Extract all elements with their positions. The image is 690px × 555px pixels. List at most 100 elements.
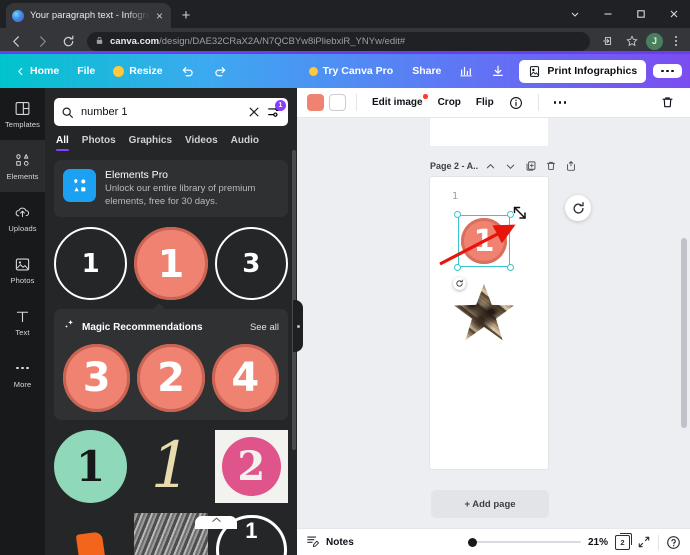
resize-button[interactable]: Resize	[105, 60, 170, 82]
color-swatch-primary[interactable]	[307, 94, 324, 111]
edit-image-button[interactable]: Edit image	[367, 93, 428, 112]
result-item[interactable]: 4	[212, 344, 279, 411]
flip-button[interactable]: Flip	[471, 93, 499, 112]
redo-button[interactable]	[205, 59, 235, 83]
editor-area: Edit image Crop Flip Page 2 - A..	[297, 88, 690, 528]
previous-page-thumb[interactable]	[430, 118, 548, 146]
home-button[interactable]: Home	[8, 60, 67, 82]
stats-button[interactable]	[451, 59, 481, 83]
color-swatch-secondary[interactable]	[329, 94, 346, 111]
panel-scroll-region[interactable]: Elements Pro Unlock our entire library o…	[45, 150, 297, 555]
result-item[interactable]	[54, 513, 127, 555]
tab-videos[interactable]: Videos	[185, 135, 218, 151]
canvas-text-element[interactable]: 1	[452, 191, 458, 202]
chevron-up-icon[interactable]	[483, 159, 498, 174]
result-item[interactable]: 2	[215, 430, 288, 503]
sidebar-item-elements[interactable]: Elements	[0, 140, 45, 192]
help-icon[interactable]	[666, 535, 681, 550]
browser-menu-icon[interactable]	[667, 36, 685, 46]
chevron-up-icon	[211, 516, 222, 524]
expand-icon[interactable]	[637, 535, 651, 549]
notes-button[interactable]: Notes	[306, 534, 354, 551]
profile-avatar[interactable]: J	[646, 33, 663, 50]
sidebar-item-templates[interactable]: Templates	[0, 88, 45, 140]
browser-tab[interactable]: Your paragraph text - Infographi ×	[6, 3, 171, 28]
result-item[interactable]: 1	[134, 227, 207, 300]
result-item[interactable]: 2	[137, 344, 204, 411]
tab-audio[interactable]: Audio	[231, 135, 259, 151]
zoom-percent[interactable]: 21%	[588, 537, 608, 548]
new-tab-button[interactable]: +	[176, 6, 196, 26]
context-more-button[interactable]	[549, 98, 572, 107]
reload-icon[interactable]	[57, 30, 79, 52]
share-label: Share	[412, 65, 441, 77]
tab-all[interactable]: All	[56, 135, 69, 151]
results-row-1: 1 1 3	[45, 217, 297, 300]
download-icon	[491, 64, 505, 78]
sidebar-item-more[interactable]: More	[0, 348, 45, 400]
zoom-slider[interactable]	[468, 536, 581, 548]
duplicate-page-icon[interactable]	[523, 159, 538, 174]
share-button[interactable]: Share	[404, 60, 449, 82]
info-icon[interactable]	[504, 93, 528, 113]
panel-collapse-handle[interactable]	[293, 300, 303, 352]
tab-graphics[interactable]: Graphics	[129, 135, 172, 151]
filter-tabs: All Photos Graphics Videos Audio	[45, 126, 297, 151]
star-image-element[interactable]	[454, 284, 514, 342]
back-icon[interactable]	[5, 30, 27, 52]
result-item[interactable]: 1	[54, 227, 127, 300]
add-page-button[interactable]: + Add page	[431, 490, 549, 518]
resize-handle-bottom-right[interactable]	[507, 264, 514, 271]
sidebar-item-uploads[interactable]: Uploads	[0, 192, 45, 244]
bookmark-star-icon[interactable]	[622, 31, 642, 51]
toolbar-divider	[356, 94, 357, 111]
zoom-track	[468, 541, 581, 543]
canva-favicon-icon	[12, 10, 24, 22]
address-bar[interactable]: canva.com/design/DAE32CRaX2A/N7QCBYw8iPl…	[87, 32, 590, 51]
zoom-knob[interactable]	[468, 538, 477, 547]
rotate-handle[interactable]	[453, 277, 466, 290]
download-button[interactable]	[483, 59, 513, 83]
result-item[interactable]: 1	[54, 430, 127, 503]
undo-button[interactable]	[173, 59, 203, 83]
search-box[interactable]: 1	[54, 98, 288, 126]
search-filters-button[interactable]: 1	[267, 105, 281, 119]
minimize-icon[interactable]	[591, 0, 624, 28]
sidebar-item-photos[interactable]: Photos	[0, 244, 45, 296]
bottom-panel-toggle[interactable]	[195, 516, 237, 529]
maximize-icon[interactable]	[624, 0, 657, 28]
search-input[interactable]	[81, 106, 241, 118]
chevron-down-icon[interactable]	[503, 159, 518, 174]
result-item[interactable]: 3	[63, 344, 130, 411]
clear-search-icon[interactable]	[248, 106, 260, 118]
sidebar-item-text[interactable]: Text	[0, 296, 45, 348]
print-infographics-button[interactable]: Print Infographics	[519, 60, 646, 83]
elements-pro-card[interactable]: Elements Pro Unlock our entire library o…	[54, 160, 288, 217]
resize-handle-top-left[interactable]	[454, 211, 461, 218]
add-page-icon[interactable]	[563, 159, 578, 174]
sidebar-label-templates: Templates	[5, 120, 40, 129]
magic-see-all-link[interactable]: See all	[250, 322, 279, 333]
try-canva-pro-button[interactable]: Try Canva Pro	[300, 60, 403, 82]
close-window-icon[interactable]	[657, 0, 690, 28]
chevron-down-icon[interactable]	[558, 0, 591, 28]
file-menu-button[interactable]: File	[69, 60, 103, 82]
page-count-badge[interactable]: 2	[615, 535, 630, 550]
close-tab-icon[interactable]: ×	[156, 10, 165, 22]
forward-icon[interactable]	[31, 30, 53, 52]
tab-photos[interactable]: Photos	[82, 135, 116, 151]
top-more-button[interactable]	[653, 64, 682, 79]
selected-element[interactable]: 1	[458, 215, 510, 267]
crop-button[interactable]: Crop	[433, 93, 466, 112]
resize-handle-bottom-left[interactable]	[454, 264, 461, 271]
elements-pro-title: Elements Pro	[105, 169, 279, 181]
share-page-icon[interactable]	[598, 31, 618, 51]
result-item[interactable]: 1	[134, 430, 207, 503]
canvas-scroll-area[interactable]: Page 2 - A.. 1	[297, 118, 690, 528]
canvas-scrollbar[interactable]	[681, 238, 687, 428]
delete-page-icon[interactable]	[543, 159, 558, 174]
refresh-button[interactable]	[565, 195, 591, 221]
result-item[interactable]: 3	[215, 227, 288, 300]
canvas-page[interactable]: 1 1	[430, 177, 548, 469]
delete-button[interactable]	[655, 92, 680, 113]
